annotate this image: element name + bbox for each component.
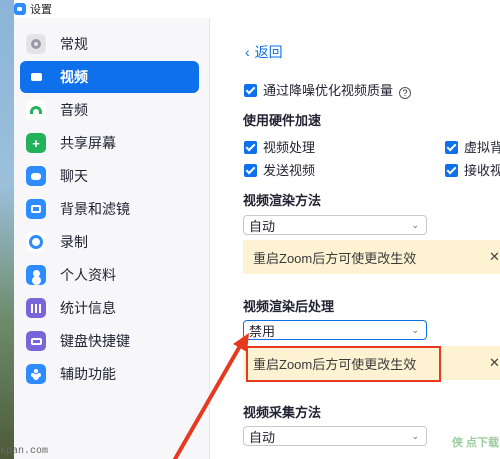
watermark-right: 侠 点下载 [452,437,500,449]
watermark-left: kpan.com [0,446,49,457]
annotation-arrow-head [233,333,249,352]
annotation-arrow-line [173,344,242,459]
annotation-arrow [173,333,249,459]
